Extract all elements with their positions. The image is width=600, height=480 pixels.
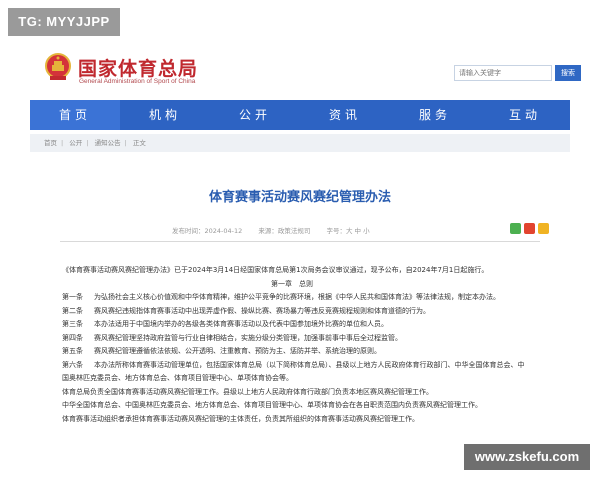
site-header: 国家体育总局 General Administration of Sport o… bbox=[30, 44, 581, 100]
clause-label: 第二条 bbox=[62, 306, 83, 315]
clause-label: 第五条 bbox=[62, 347, 83, 355]
wechat-share-icon[interactable] bbox=[510, 223, 521, 234]
article-clause: 第三条 本办法适用于中国境内举办的各级各类体育赛事活动以及代表中国参加境外比赛的单… bbox=[62, 318, 562, 332]
nav-item-news[interactable]: 资讯 bbox=[300, 100, 390, 130]
nav-item-service[interactable]: 服务 bbox=[390, 100, 480, 130]
share-bar bbox=[510, 223, 549, 234]
favorite-star-icon[interactable] bbox=[538, 223, 549, 234]
nav-item-organization[interactable]: 机构 bbox=[120, 100, 210, 130]
clause-text: 本办法适用于中国境内举办的各级各类体育赛事活动以及代表中国参加境外比赛的单位和人… bbox=[94, 320, 388, 328]
clause-text: 赛风赛纪管理遵循依法依规、公开透明、注重教育、预防为主、惩防并举、系统治理的原则… bbox=[94, 347, 381, 355]
body-paragraph: 中华全国体育总会、中国奥林匹克委员会、地方体育总会、体育项目管理中心、单项体育协… bbox=[62, 401, 482, 409]
clause-label: 第三条 bbox=[62, 320, 83, 328]
clause-text: 赛风赛纪管理坚持政府监管与行业自律相结合，实施分级分类管理，加强事前事中事后全过… bbox=[94, 333, 402, 342]
chapter-heading: 第一章 总则 bbox=[271, 279, 313, 288]
breadcrumb-public[interactable]: 公开 bbox=[69, 139, 82, 147]
weibo-share-icon[interactable] bbox=[524, 223, 535, 234]
article-meta: 发布时间：2024-04-12 来源：政策法规司 字号：大 中 小 bbox=[172, 225, 384, 235]
main-nav: 首页 机构 公开 资讯 服务 互动 bbox=[30, 100, 570, 130]
clause-text: 为弘扬社会主义核心价值观和中华体育精神，维护公平竞争的比赛环境，根据《中华人民共… bbox=[94, 293, 500, 301]
clause-continuation: 国奥林匹克委员会、地方体育总会、体育项目管理中心、单项体育协会等。 bbox=[62, 374, 293, 382]
breadcrumb-notices[interactable]: 通知公告 bbox=[95, 139, 121, 147]
nav-item-public[interactable]: 公开 bbox=[210, 100, 300, 130]
divider bbox=[60, 241, 540, 242]
publish-date: 发布时间：2024-04-12 bbox=[172, 227, 243, 235]
font-size-control[interactable]: 字号：大 中 小 bbox=[326, 227, 369, 235]
watermark-bottom-right: www.zskefu.com bbox=[464, 444, 590, 470]
article-body: 《体育赛事活动赛风赛纪管理办法》已于2024年3月14日经国家体育总局第1次局务… bbox=[62, 264, 562, 426]
article-clause: 第六条 本办法所称体育赛事活动管理单位，包括国家体育总局（以下简称体育总局）、县级… bbox=[62, 359, 562, 373]
article-source: 来源：政策法规司 bbox=[258, 227, 311, 235]
site-subtitle-en: General Administration of Sport of China bbox=[79, 78, 196, 85]
body-paragraph: 体育总局负责全国体育赛事活动赛风赛纪管理工作。县级以上地方人民政府体育行政部门负… bbox=[62, 387, 433, 396]
clause-text: 赛风赛纪违规指体育赛事活动中出现弄虚作假、操纵比赛、赛场暴力等违反竞赛规程规则和… bbox=[94, 306, 430, 315]
nav-item-interaction[interactable]: 互动 bbox=[480, 100, 570, 130]
article-clause: 第五条 赛风赛纪管理遵循依法依规、公开透明、注重教育、预防为主、惩防并举、系统治理… bbox=[62, 345, 562, 359]
intro-paragraph: 《体育赛事活动赛风赛纪管理办法》已于2024年3月14日经国家体育总局第1次局务… bbox=[62, 266, 489, 274]
nav-item-home[interactable]: 首页 bbox=[30, 100, 120, 130]
clause-text: 本办法所称体育赛事活动管理单位，包括国家体育总局（以下简称体育总局）、县级以上地… bbox=[94, 360, 525, 369]
clause-label: 第六条 bbox=[62, 360, 83, 369]
search-button[interactable]: 搜索 bbox=[555, 65, 581, 81]
national-emblem-icon[interactable] bbox=[44, 52, 72, 82]
article-clause: 第四条 赛风赛纪管理坚持政府监管与行业自律相结合，实施分级分类管理，加强事前事中事… bbox=[62, 332, 562, 346]
watermark-top-left: TG: MYYJJPP bbox=[8, 8, 120, 36]
clause-label: 第一条 bbox=[62, 293, 83, 301]
article-clause: 第一条 为弘扬社会主义核心价值观和中华体育精神，维护公平竞争的比赛环境，根据《中华… bbox=[62, 291, 562, 305]
body-paragraph: 体育赛事活动组织者承担体育赛事活动赛风赛纪管理的主体责任，负责其所组织的体育赛事… bbox=[62, 414, 419, 423]
article-clause: 第二条 赛风赛纪违规指体育赛事活动中出现弄虚作假、操纵比赛、赛场暴力等违反竞赛规程… bbox=[62, 305, 562, 319]
clause-label: 第四条 bbox=[62, 333, 83, 342]
breadcrumb: 首页 | 公开 | 通知公告 | 正文 bbox=[30, 134, 570, 152]
article-title: 体育赛事活动赛风赛纪管理办法 bbox=[208, 190, 391, 205]
breadcrumb-current: 正文 bbox=[132, 139, 146, 147]
site-title[interactable]: 国家体育总局 bbox=[78, 54, 198, 81]
breadcrumb-home[interactable]: 首页 bbox=[44, 139, 57, 147]
search-input[interactable]: 请输入关键字 bbox=[454, 65, 552, 81]
